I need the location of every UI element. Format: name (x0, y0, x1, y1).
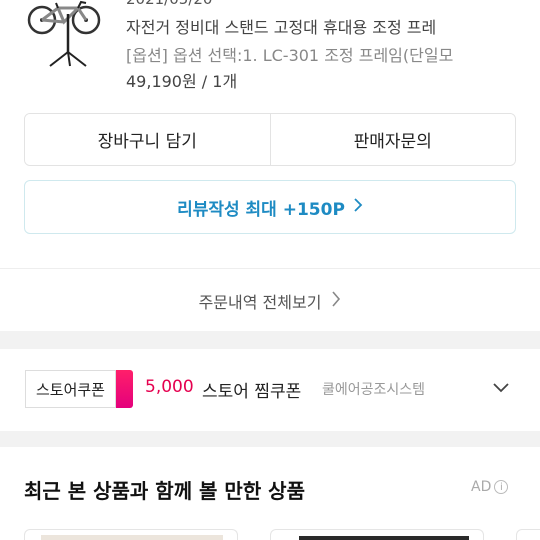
recommended-product-card[interactable] (24, 529, 238, 540)
seller-inquiry-button[interactable]: 판매자문의 (270, 114, 515, 165)
recommendations-title: 최근 본 상품과 함께 볼 만한 상품 (24, 479, 305, 503)
ad-label[interactable]: AD i (471, 479, 509, 495)
section-gap (0, 431, 540, 447)
product-name[interactable]: 자전거 정비대 스탠드 고정대 휴대용 조정 프레 (126, 14, 526, 38)
add-to-cart-button[interactable]: 장바구니 담기 (25, 114, 270, 165)
recommended-products-section: 최근 본 상품과 함께 볼 만한 상품 AD i (0, 447, 540, 540)
coupon-seller-name: 쿨에어공조시스템 (322, 382, 426, 398)
write-review-label: 리뷰작성 최대 +150P (177, 199, 345, 220)
recommended-product-card[interactable] (270, 529, 484, 540)
product-image (41, 535, 223, 540)
info-icon: i (494, 480, 509, 494)
product-thumbnail[interactable] (24, 0, 108, 70)
coupon-tag-icon (116, 370, 133, 408)
chevron-down-icon[interactable] (486, 373, 516, 403)
view-all-orders-label: 주문내역 전체보기 (198, 293, 322, 312)
chevron-right-icon (353, 197, 363, 218)
product-image (299, 536, 469, 540)
section-gap (0, 331, 540, 349)
order-card: 2021/05/20 자전거 정비대 스탠드 고정대 휴대용 조정 프레 [옵션… (0, 0, 540, 330)
order-action-buttons: 장바구니 담기 판매자문의 (24, 113, 516, 166)
recommended-product-card[interactable] (516, 529, 540, 540)
ad-text: AD (471, 479, 492, 495)
coupon-amount: 5,000 (145, 377, 194, 397)
view-all-orders-link[interactable]: 주문내역 전체보기 (0, 278, 540, 324)
product-option: [옵션] 옵션 선택:1. LC-301 조정 프레임(단일모 (126, 46, 454, 65)
product-price-quantity: 49,190원 / 1개 (126, 72, 238, 91)
write-review-button[interactable]: 리뷰작성 최대 +150P (24, 180, 516, 234)
divider (0, 268, 540, 269)
store-coupon-section[interactable]: 스토어쿠폰 5,000 스토어 찜쿠폰 쿨에어공조시스템 (0, 349, 540, 431)
coupon-title: 스토어 찜쿠폰 (202, 382, 302, 402)
bicycle-stand-image (27, 0, 101, 67)
store-coupon-badge: 스토어쿠폰 (25, 370, 116, 408)
order-date: 2021/05/20 (126, 0, 212, 8)
chevron-right-icon (331, 290, 341, 313)
